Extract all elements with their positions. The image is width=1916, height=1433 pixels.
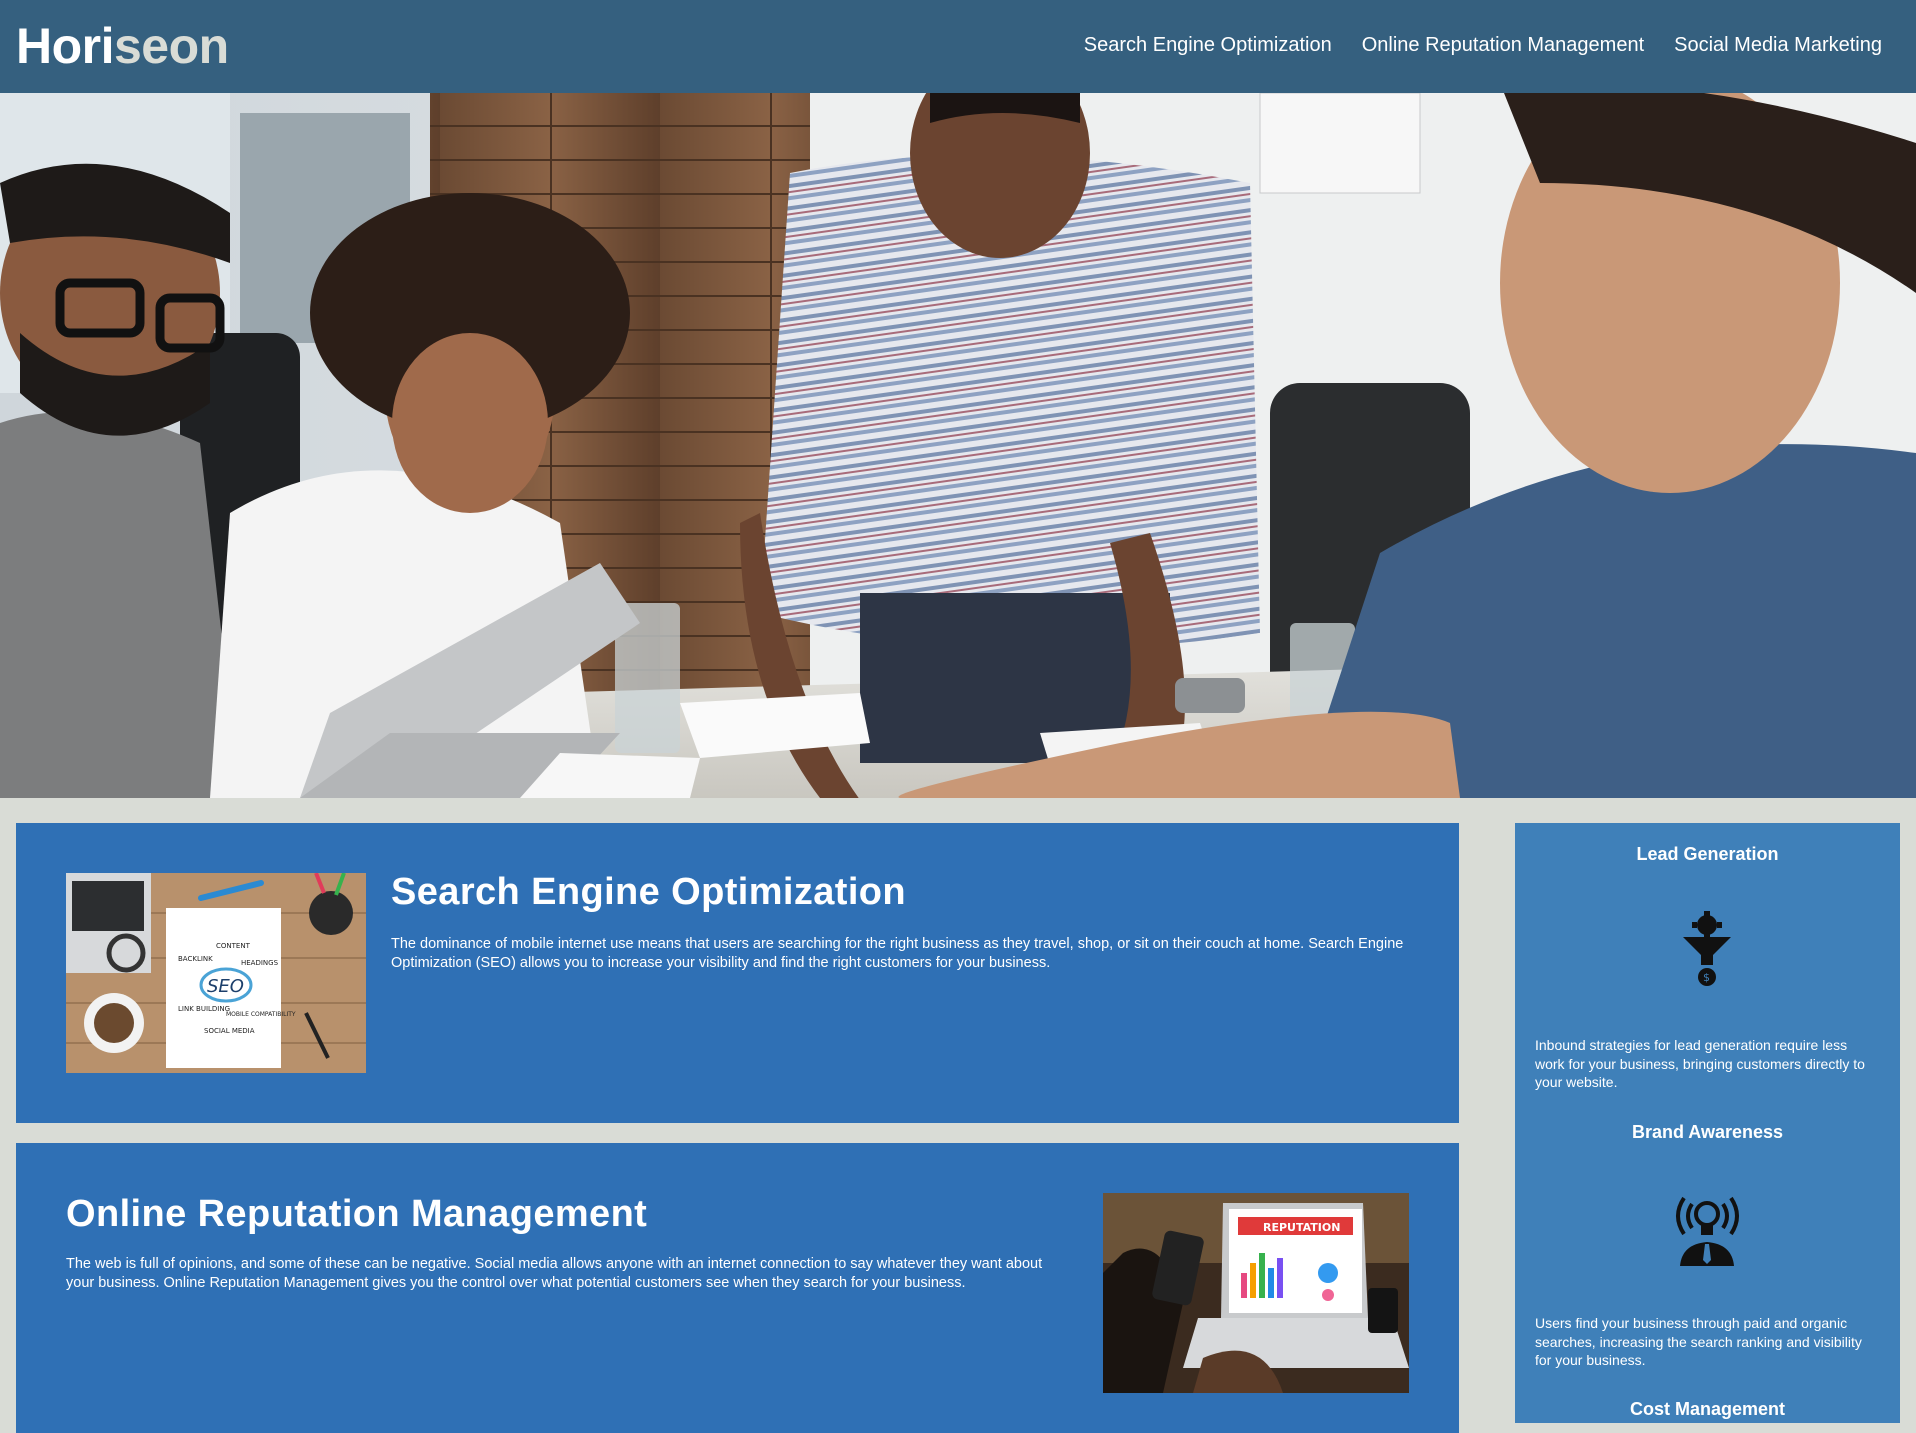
benefits-sidebar: Lead Generation $ Inbound strategies for… [1515, 823, 1900, 1423]
benefit-text-lead-generation: Inbound strategies for lead generation r… [1535, 1037, 1865, 1090]
seo-image: SEO CONTENT BACKLINK HEADINGS LINK BUILD… [66, 873, 366, 1073]
svg-text:$: $ [1703, 971, 1710, 984]
seo-image-label-mobile: MOBILE COMPATIBILITY [226, 1011, 296, 1018]
benefit-text-brand-awareness: Users find your business through paid an… [1535, 1315, 1862, 1368]
seo-image-label-backlink: BACKLINK [178, 955, 213, 963]
reputation-heading: Online Reputation Management [66, 1193, 648, 1235]
hero-image [0, 93, 1916, 798]
hero-meeting-illustration [0, 93, 1916, 798]
site-logo[interactable]: Horiseon [16, 16, 229, 76]
seo-text: The dominance of mobile internet use mea… [391, 936, 1404, 971]
seo-image-label-content: CONTENT [216, 942, 251, 950]
benefit-title-brand-awareness: Brand Awareness [1631, 1122, 1784, 1142]
lead-generation-funnel-icon: $ [1677, 911, 1737, 991]
seo-image-label-headings: HEADINGS [241, 959, 279, 967]
site-header: Horiseon Search Engine Optimization Onli… [0, 0, 1916, 93]
seo-image-label-link-building: LINK BUILDING [178, 1005, 230, 1013]
reputation-image-label: REPUTATION [1263, 1221, 1340, 1234]
reputation-image: REPUTATION [1103, 1193, 1409, 1393]
logo-main-text: Hori [16, 18, 115, 74]
seo-image-label-seo: SEO [207, 976, 244, 997]
reputation-section: Online Reputation Management The web is … [16, 1143, 1459, 1433]
nav-link-seo[interactable]: Search Engine Optimization [1084, 30, 1332, 60]
nav-link-reputation[interactable]: Online Reputation Management [1362, 30, 1644, 60]
seo-image-label-social: SOCIAL MEDIA [204, 1027, 255, 1035]
seo-section: SEO CONTENT BACKLINK HEADINGS LINK BUILD… [16, 823, 1459, 1123]
logo-accent-text: seon [114, 18, 229, 74]
seo-illustration: SEO CONTENT BACKLINK HEADINGS LINK BUILD… [66, 873, 366, 1073]
brand-awareness-broadcast-icon [1670, 1186, 1745, 1266]
main-nav: Search Engine Optimization Online Reputa… [1084, 30, 1882, 60]
nav-link-social-media[interactable]: Social Media Marketing [1674, 30, 1882, 60]
benefit-title-lead-generation: Lead Generation [1636, 844, 1779, 864]
seo-heading: Search Engine Optimization [391, 871, 907, 913]
reputation-text: The web is full of opinions, and some of… [66, 1256, 1043, 1291]
benefit-title-cost-management: Cost Management [1629, 1399, 1786, 1419]
reputation-illustration: REPUTATION [1103, 1193, 1409, 1393]
